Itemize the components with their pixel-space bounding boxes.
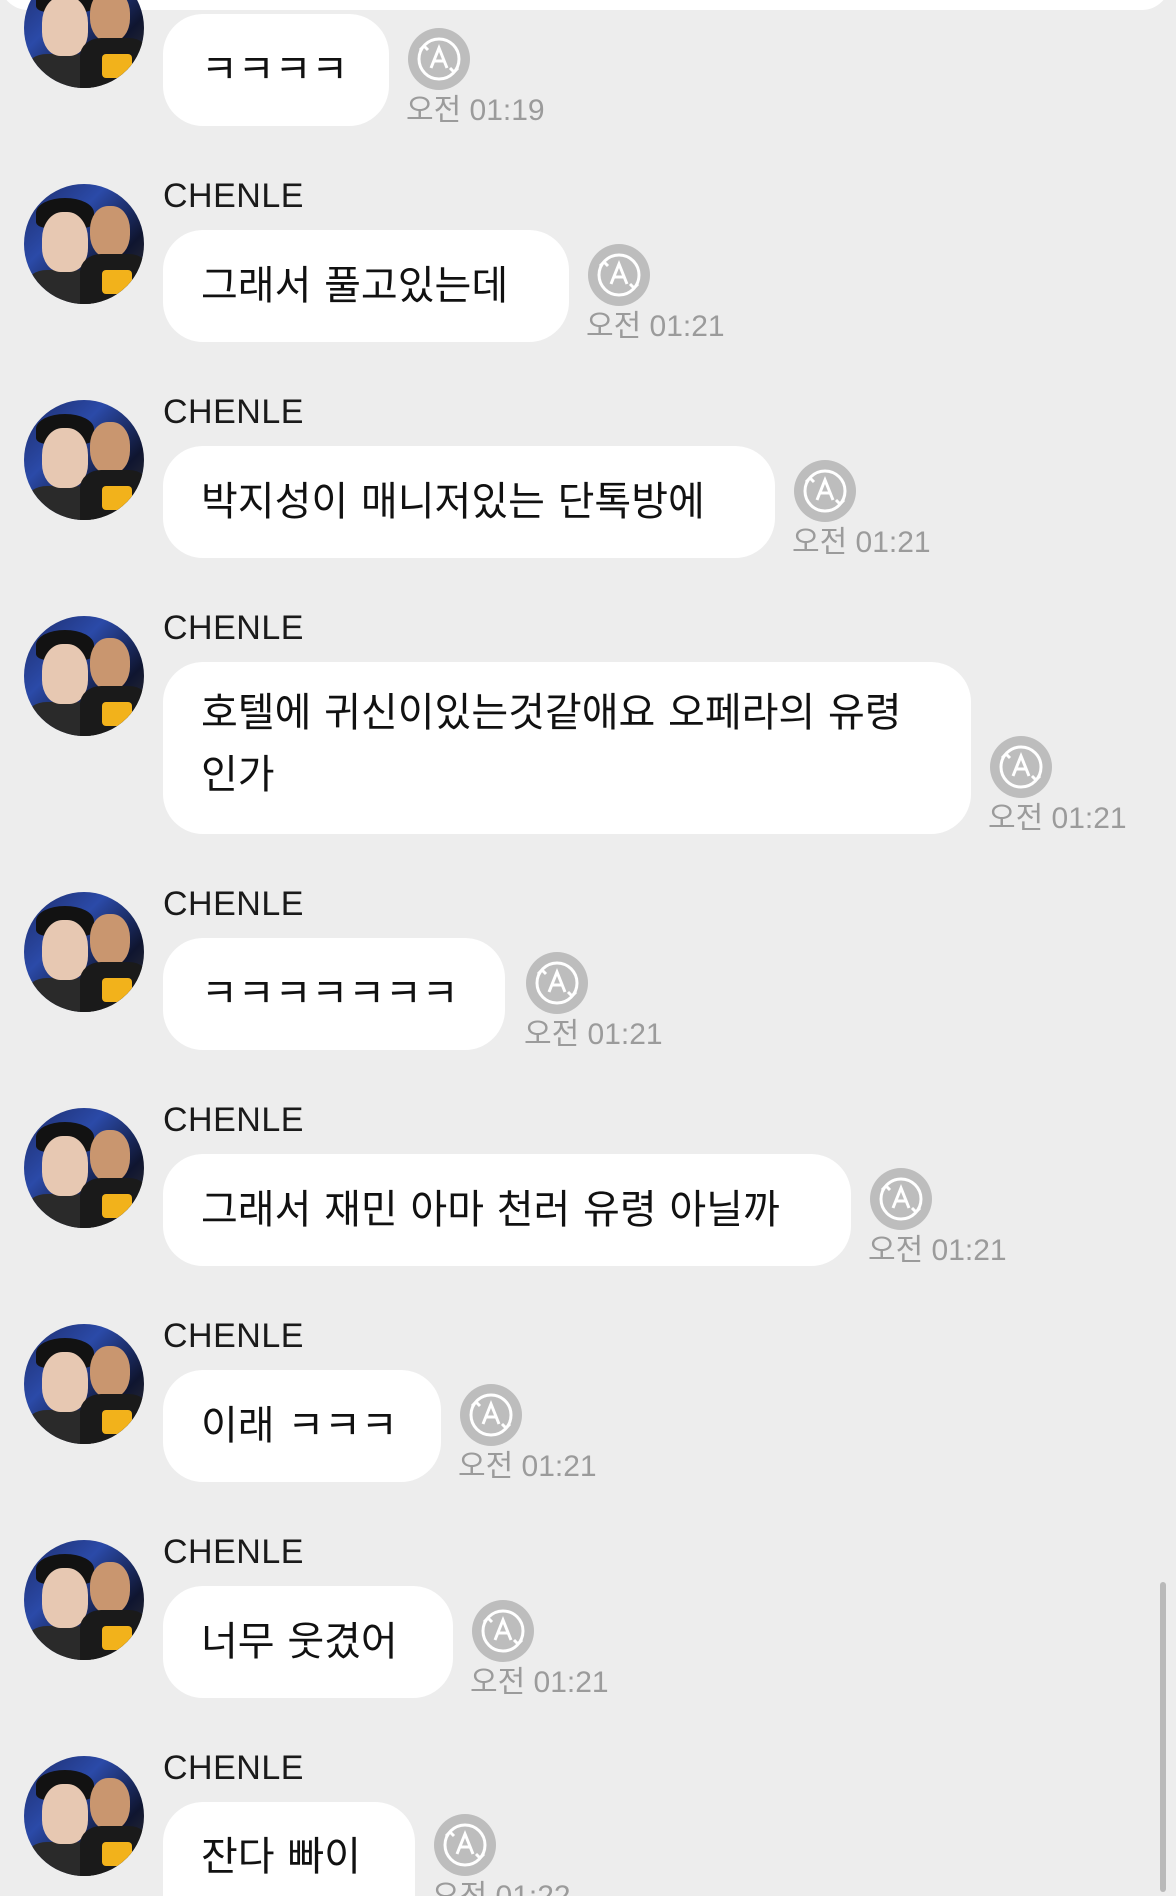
translate-icon[interactable] — [406, 26, 472, 92]
avatar[interactable] — [24, 1756, 144, 1876]
message-bubble[interactable]: 그래서 재민 아마 천러 유령 아닐까 — [163, 1154, 851, 1266]
avatar[interactable] — [24, 400, 144, 520]
sender-name: CHENLE — [163, 885, 304, 923]
message-time: 오전 01:21 — [586, 310, 725, 343]
message-meta: 오전 01:22 — [432, 1812, 632, 1896]
message-bubble[interactable]: 잔다 빠이 — [163, 1802, 415, 1896]
message-time: 오전 01:21 — [458, 1450, 597, 1483]
translate-icon[interactable] — [988, 734, 1054, 800]
message-bubble[interactable]: ㅋㅋㅋㅋㅋㅋㅋ — [163, 938, 505, 1050]
message-bubble[interactable]: 호텔에 귀신이있는것같애요 오페라의 유령 인가 — [163, 662, 971, 834]
avatar[interactable] — [24, 1540, 144, 1660]
message-time: 오전 01:21 — [524, 1018, 663, 1051]
message-time: 오전 01:19 — [406, 94, 545, 127]
sender-name: CHENLE — [163, 177, 304, 215]
avatar[interactable] — [24, 0, 144, 88]
avatar[interactable] — [24, 616, 144, 736]
sender-name: CHENLE — [163, 393, 304, 431]
message-bubble[interactable]: 그래서 풀고있는데 — [163, 230, 569, 342]
sender-name: CHENLE — [163, 1533, 304, 1571]
message-time: 오전 01:22 — [432, 1880, 571, 1896]
message-text: 그래서 재민 아마 천러 유령 아닐까 — [201, 1187, 780, 1233]
message-text: 너무 웃겼어 — [201, 1619, 398, 1665]
message-bubble[interactable]: 너무 웃겼어 — [163, 1586, 453, 1698]
message-bubble[interactable]: 이래 ㅋㅋㅋ — [163, 1370, 441, 1482]
translate-icon[interactable] — [470, 1598, 536, 1664]
message-text: ㅋㅋㅋㅋ — [201, 47, 349, 93]
sender-name: CHENLE — [163, 1317, 304, 1355]
avatar[interactable] — [24, 184, 144, 304]
translate-icon[interactable] — [458, 1382, 524, 1448]
message-text: 그래서 풀고있는데 — [201, 263, 509, 309]
avatar[interactable] — [24, 1324, 144, 1444]
sender-name: CHENLE — [163, 1749, 304, 1787]
chat-message-list[interactable]: ㅋㅋㅋㅋ 오전 01:19 CHENLE 그래서 풀고있는데 오전 01:21 … — [0, 0, 1176, 1896]
message-time: 오전 01:21 — [868, 1234, 1007, 1267]
message-time: 오전 01:21 — [792, 526, 931, 559]
message-text: 잔다 빠이 — [201, 1834, 361, 1880]
message-time: 오전 01:21 — [988, 802, 1127, 835]
translate-icon[interactable] — [792, 458, 858, 524]
sender-name: CHENLE — [163, 1101, 304, 1139]
translate-icon[interactable] — [586, 242, 652, 308]
translate-icon[interactable] — [432, 1812, 498, 1878]
message-time: 오전 01:21 — [470, 1666, 609, 1699]
message-bubble[interactable]: 박지성이 매니저있는 단톡방에 — [163, 446, 775, 558]
message-text: 박지성이 매니저있는 단톡방에 — [201, 479, 705, 525]
translate-icon[interactable] — [868, 1166, 934, 1232]
message-text: 호텔에 귀신이있는것같애요 오페라의 유령 인가 — [201, 690, 902, 798]
avatar[interactable] — [24, 892, 144, 1012]
avatar[interactable] — [24, 1108, 144, 1228]
translate-icon[interactable] — [524, 950, 590, 1016]
message-text: ㅋㅋㅋㅋㅋㅋㅋ — [201, 971, 459, 1017]
message-bubble[interactable]: ㅋㅋㅋㅋ — [163, 14, 389, 126]
scrollbar-thumb[interactable] — [1160, 1582, 1166, 1892]
message-text: 이래 ㅋㅋㅋ — [201, 1403, 398, 1449]
sender-name: CHENLE — [163, 609, 304, 647]
